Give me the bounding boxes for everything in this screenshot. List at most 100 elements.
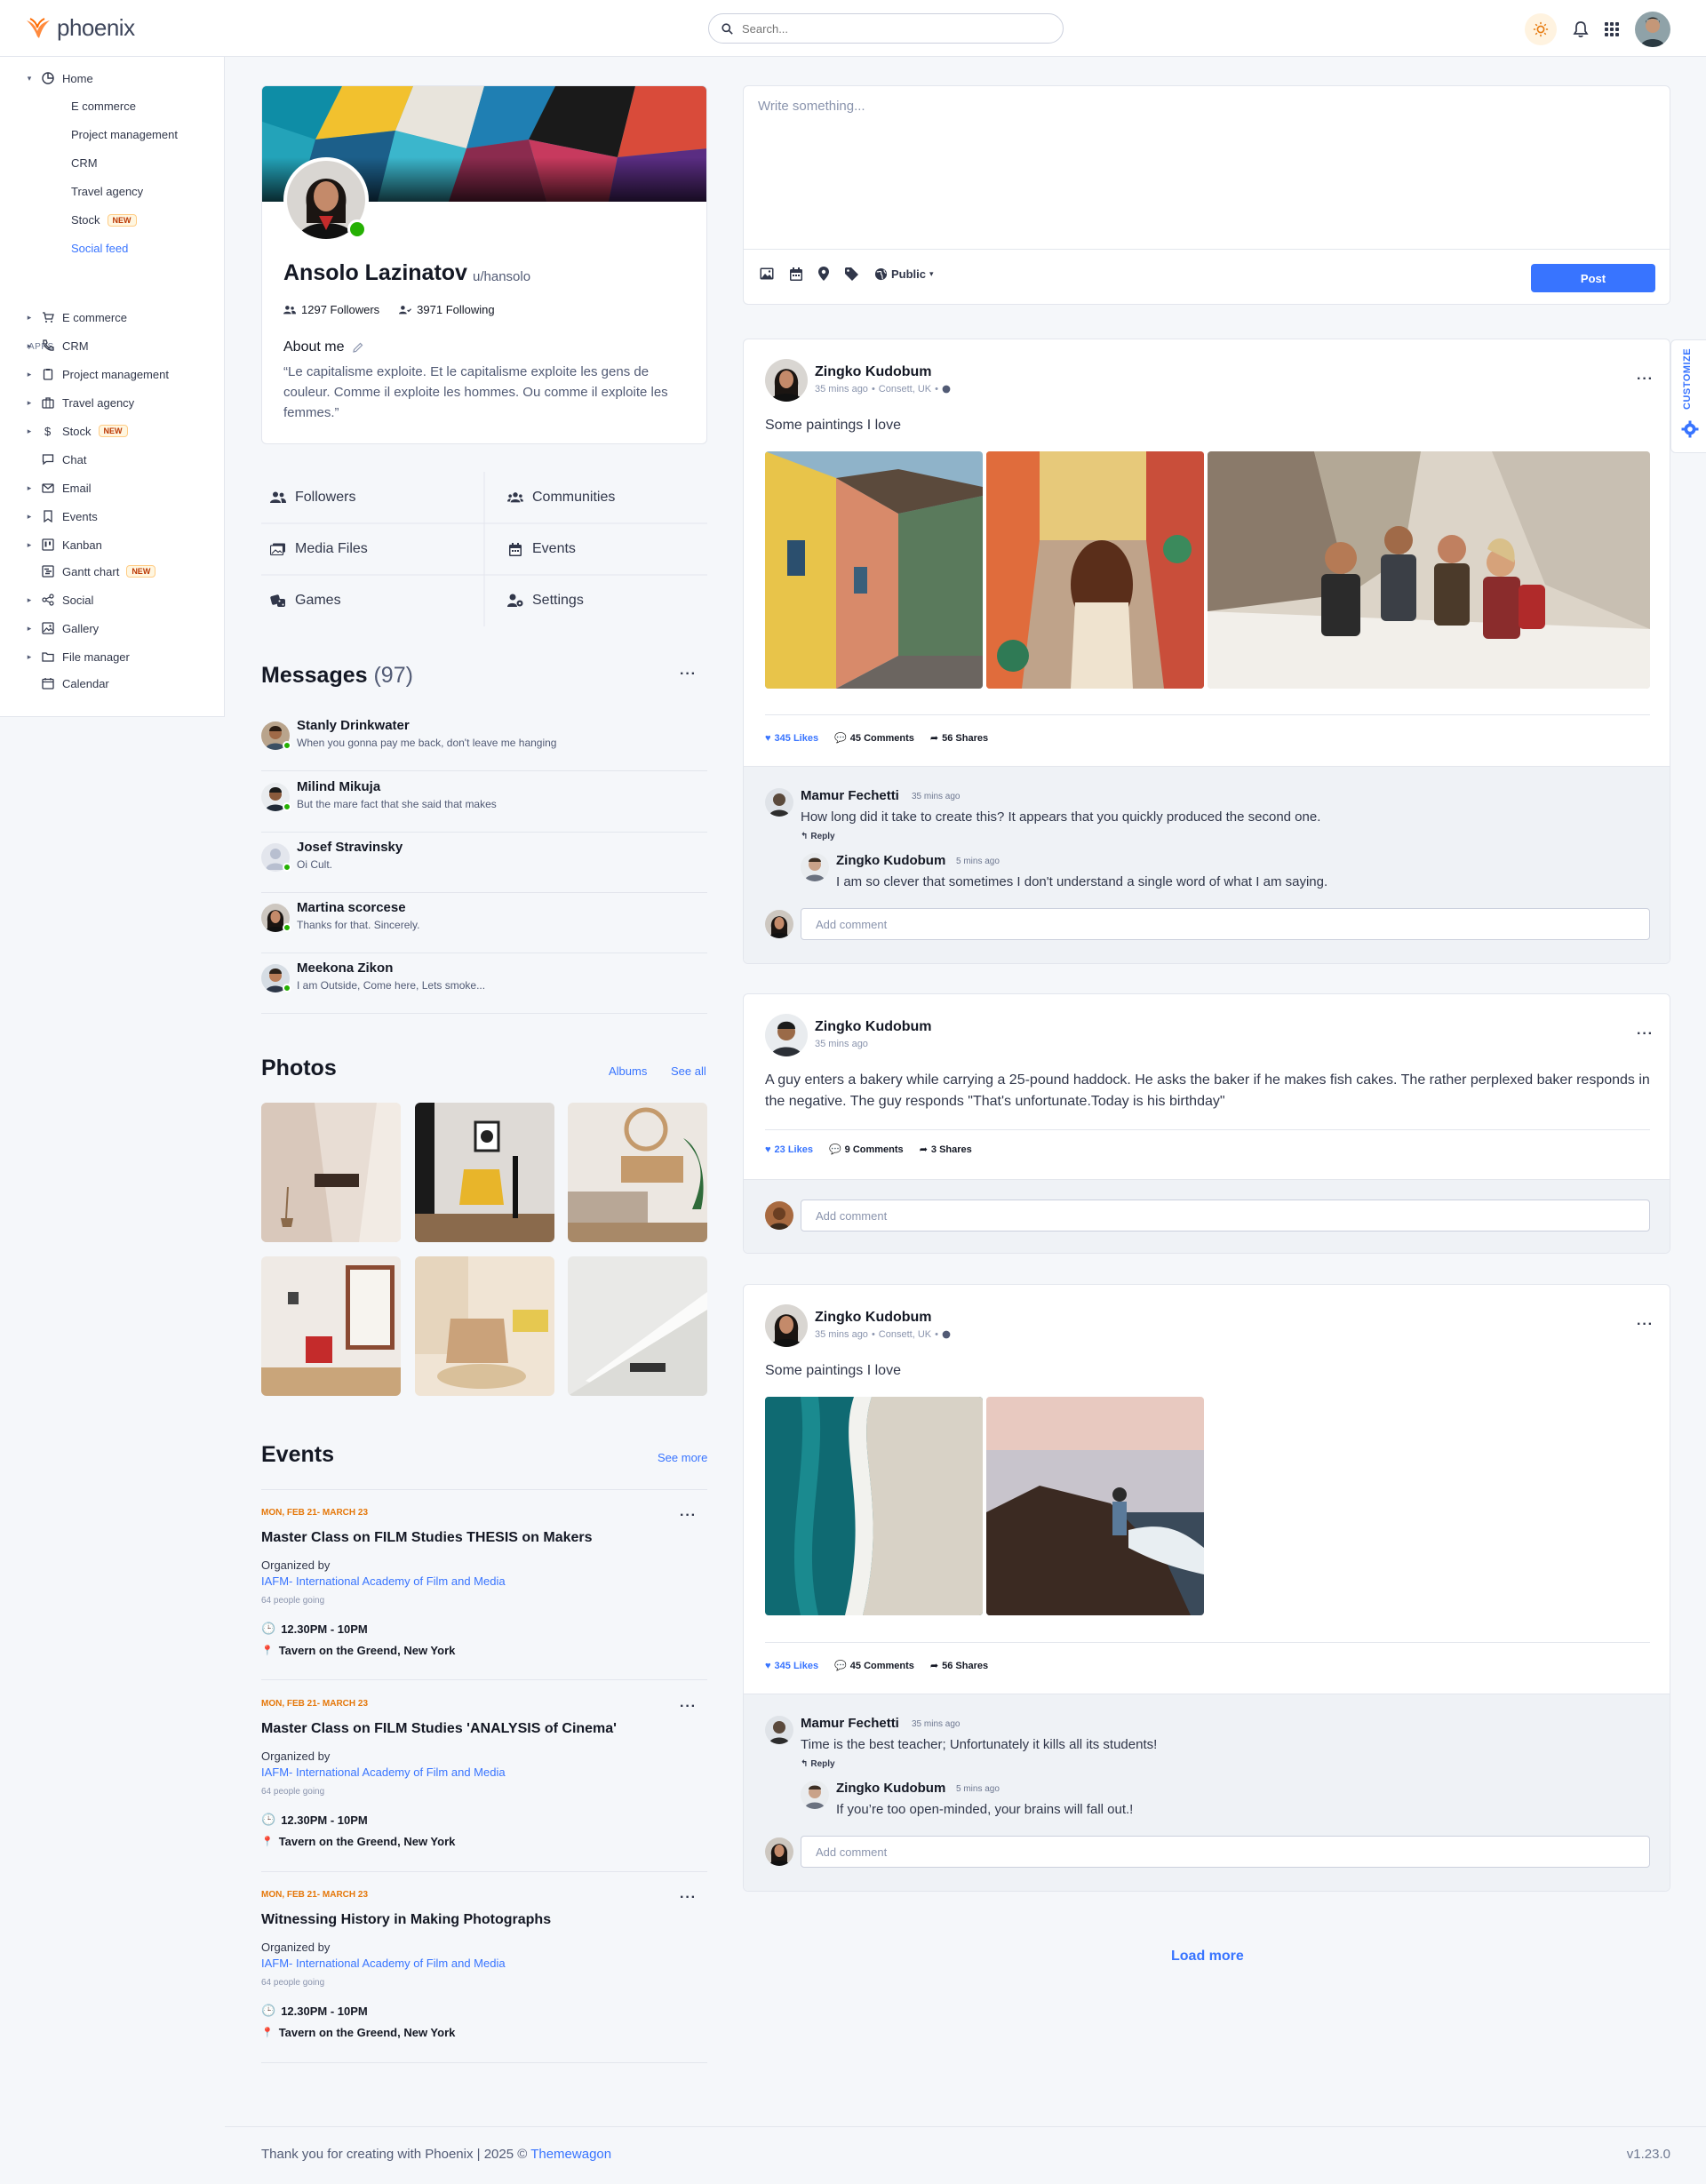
- user-avatar[interactable]: [1635, 12, 1670, 47]
- themewagon-link[interactable]: Themewagon: [530, 2147, 611, 2162]
- post-options-button[interactable]: ···: [1637, 1317, 1654, 1333]
- sidebar-subitem-social-feed[interactable]: Social feed: [71, 242, 128, 255]
- sidebar-item-stock[interactable]: ▸ $ Stock NEW: [25, 424, 128, 438]
- menu-communities[interactable]: Communities: [484, 472, 707, 523]
- commenter-avatar[interactable]: [801, 853, 829, 881]
- commenter-avatar[interactable]: [765, 1716, 793, 1744]
- pencil-icon[interactable]: [353, 342, 363, 353]
- post-button[interactable]: Post: [1531, 264, 1655, 292]
- tag-icon[interactable]: [845, 267, 858, 281]
- search-box[interactable]: [708, 13, 1064, 44]
- event-more-button[interactable]: ···: [680, 1699, 697, 1715]
- post-author-name[interactable]: Zingko Kudobum: [815, 364, 932, 380]
- post-author-name[interactable]: Zingko Kudobum: [815, 1310, 932, 1326]
- post-options-button[interactable]: ···: [1637, 1026, 1654, 1042]
- sidebar-item-crm[interactable]: ▸ CRM: [25, 339, 89, 353]
- sidebar-item-gallery[interactable]: ▸ Gallery: [25, 621, 99, 635]
- commenter-avatar[interactable]: [801, 1781, 829, 1809]
- photo-thumbnail[interactable]: [261, 1256, 401, 1396]
- event-item[interactable]: MON, FEB 21- MARCH 23 Master Class on FI…: [261, 1508, 707, 1657]
- event-organizer-link[interactable]: IAFM- International Academy of Film and …: [261, 1957, 707, 1970]
- sidebar-item-ecommerce[interactable]: ▸ E commerce: [25, 310, 127, 324]
- sidebar-subitem-crm[interactable]: CRM: [71, 156, 98, 170]
- post-image[interactable]: [986, 451, 1204, 689]
- menu-followers[interactable]: Followers: [261, 472, 484, 523]
- like-button[interactable]: ♥ 345 Likes: [765, 1660, 818, 1671]
- theme-toggle-button[interactable]: [1525, 13, 1557, 45]
- commenter-name[interactable]: Zingko Kudobum: [836, 853, 945, 868]
- photo-thumbnail[interactable]: [261, 1103, 401, 1242]
- reply-button[interactable]: ↰ Reply: [801, 832, 835, 841]
- commenter-name[interactable]: Zingko Kudobum: [836, 1781, 945, 1796]
- commenter-avatar[interactable]: [765, 788, 793, 817]
- post-textarea[interactable]: [744, 86, 1670, 250]
- sidebar-item-chat[interactable]: Chat: [25, 452, 86, 466]
- post-author-avatar[interactable]: [765, 1014, 808, 1056]
- event-organizer-link[interactable]: IAFM- International Academy of Film and …: [261, 1574, 707, 1588]
- sidebar-subitem-travel-agency[interactable]: Travel agency: [71, 185, 143, 198]
- post-author-name[interactable]: Zingko Kudobum: [815, 1019, 932, 1035]
- event-item[interactable]: MON, FEB 21- MARCH 23 Master Class on FI…: [261, 1699, 707, 1848]
- post-author-avatar[interactable]: [765, 1304, 808, 1347]
- sidebar-item-home[interactable]: ▾ Home: [25, 71, 93, 85]
- sidebar-item-kanban[interactable]: ▸ Kanban: [25, 538, 102, 552]
- post-options-button[interactable]: ···: [1637, 371, 1654, 387]
- reply-button[interactable]: ↰ Reply: [801, 1759, 835, 1769]
- bell-icon[interactable]: [1573, 20, 1589, 38]
- event-more-button[interactable]: ···: [680, 1508, 697, 1524]
- logo[interactable]: phoenix: [25, 14, 135, 42]
- comments-button[interactable]: 💬 9 Comments: [829, 1144, 904, 1156]
- commenter-name[interactable]: Mamur Fechetti: [801, 788, 899, 803]
- sidebar-item-gantt-chart[interactable]: Gantt chart NEW: [25, 564, 156, 578]
- see-more-events-link[interactable]: See more: [658, 1451, 707, 1464]
- share-button[interactable]: ➦ 56 Shares: [930, 1660, 988, 1672]
- like-button[interactable]: ♥ 345 Likes: [765, 732, 818, 744]
- sidebar-subitem-project-management[interactable]: Project management: [71, 128, 178, 141]
- share-button[interactable]: ➦ 56 Shares: [930, 732, 988, 745]
- menu-settings[interactable]: Settings: [484, 575, 707, 626]
- message-item[interactable]: Stanly Drinkwater When you gonna pay me …: [261, 711, 707, 771]
- load-more-button[interactable]: Load more: [1171, 1949, 1244, 1965]
- comments-button[interactable]: 💬 45 Comments: [834, 1660, 914, 1672]
- map-pin-icon[interactable]: [818, 267, 829, 281]
- visibility-dropdown[interactable]: Public ▾: [874, 267, 934, 281]
- event-more-button[interactable]: ···: [680, 1890, 697, 1906]
- share-button[interactable]: ➦ 3 Shares: [920, 1144, 972, 1156]
- sidebar-subitem-stock[interactable]: Stock NEW: [71, 213, 137, 227]
- sidebar-item-events[interactable]: ▸ Events: [25, 509, 98, 523]
- event-organizer-link[interactable]: IAFM- International Academy of Film and …: [261, 1766, 707, 1779]
- message-item[interactable]: Meekona Zikon I am Outside, Come here, L…: [261, 953, 707, 1014]
- messages-more-button[interactable]: ···: [680, 666, 697, 682]
- calendar-icon[interactable]: [790, 267, 802, 281]
- add-comment-input[interactable]: [801, 1200, 1650, 1231]
- apps-grid-icon[interactable]: [1605, 22, 1619, 36]
- sidebar-item-project-management[interactable]: ▸ Project management: [25, 367, 169, 381]
- customize-panel-toggle[interactable]: CUSTOMIZE: [1670, 339, 1706, 453]
- sidebar-item-social[interactable]: ▸ Social: [25, 593, 94, 607]
- add-comment-input[interactable]: [801, 908, 1650, 940]
- sidebar-item-travel-agency[interactable]: ▸ Travel agency: [25, 395, 134, 410]
- followers-count[interactable]: 1297 Followers: [283, 303, 379, 316]
- sidebar-item-email[interactable]: ▸ Email: [25, 481, 92, 495]
- photo-thumbnail[interactable]: [415, 1103, 554, 1242]
- menu-games[interactable]: Games: [261, 575, 484, 626]
- photo-thumbnail[interactable]: [568, 1256, 707, 1396]
- photo-thumbnail[interactable]: [415, 1256, 554, 1396]
- post-image[interactable]: [765, 1397, 983, 1615]
- image-icon[interactable]: [760, 267, 774, 280]
- like-button[interactable]: ♥ 23 Likes: [765, 1144, 813, 1155]
- message-item[interactable]: Milind Mikuja But the mare fact that she…: [261, 772, 707, 833]
- menu-media-files[interactable]: Media Files: [261, 523, 484, 575]
- menu-events[interactable]: Events: [484, 523, 707, 575]
- comments-button[interactable]: 💬 45 Comments: [834, 732, 914, 745]
- post-image[interactable]: [765, 451, 983, 689]
- search-input[interactable]: [742, 21, 1044, 36]
- sidebar-item-file-manager[interactable]: ▸ File manager: [25, 650, 130, 664]
- message-item[interactable]: Josef Stravinsky Oi Cult.: [261, 833, 707, 893]
- post-image[interactable]: [986, 1397, 1204, 1615]
- sidebar-subitem-ecommerce[interactable]: E commerce: [71, 100, 136, 113]
- post-author-avatar[interactable]: [765, 359, 808, 402]
- post-image[interactable]: [1208, 451, 1650, 689]
- message-item[interactable]: Martina scorcese Thanks for that. Sincer…: [261, 893, 707, 953]
- see-all-photos-link[interactable]: See all: [671, 1064, 706, 1078]
